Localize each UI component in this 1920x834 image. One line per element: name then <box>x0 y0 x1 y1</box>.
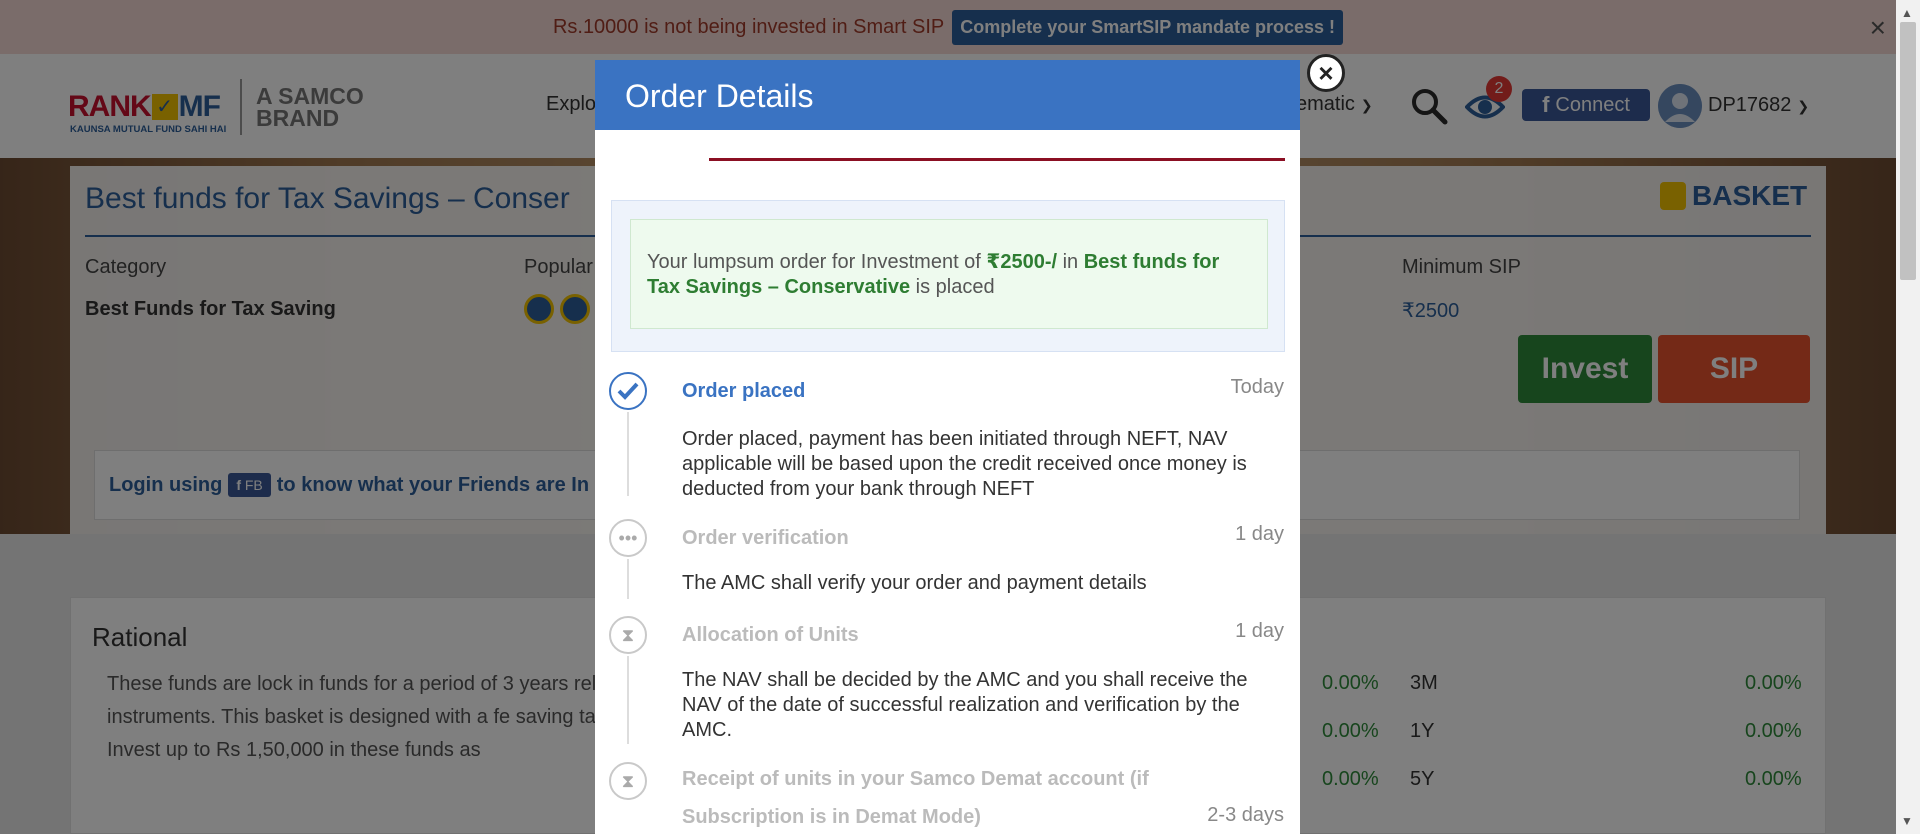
step-connector <box>627 412 629 496</box>
step-connector <box>627 656 629 744</box>
step-title: Allocation of Units <box>682 624 859 646</box>
message-part: Your lumpsum order for Investment of <box>647 251 987 273</box>
step-time: Today <box>1230 376 1284 398</box>
progress-line <box>709 158 1285 161</box>
step-description: The AMC shall verify your order and paym… <box>682 572 1147 594</box>
message-part: is placed <box>910 276 995 298</box>
step-title: Receipt of units in your Samco Demat acc… <box>682 768 1149 828</box>
scroll-up-icon[interactable]: ▲ <box>1901 6 1913 20</box>
message-part: in <box>1057 251 1084 273</box>
step-time: 2-3 days <box>1207 804 1284 826</box>
step-time: 1 day <box>1235 620 1284 642</box>
dots-icon: ••• <box>609 519 647 557</box>
hourglass-icon: ⧗ <box>609 762 647 800</box>
step-title: Order verification <box>682 527 849 549</box>
step-connector <box>627 559 629 599</box>
step-time: 1 day <box>1235 523 1284 545</box>
step-title: Order placed <box>682 380 806 402</box>
scroll-down-icon[interactable]: ▼ <box>1901 814 1913 828</box>
modal-close-icon[interactable]: × <box>1307 54 1345 92</box>
check-icon <box>609 372 647 410</box>
scrollbar-thumb[interactable] <box>1900 22 1916 280</box>
order-details-modal: Order Details Your lumpsum order for Inv… <box>595 60 1300 834</box>
step-description: The NAV shall be decided by the AMC and … <box>682 669 1248 741</box>
modal-title: Order Details <box>595 60 1300 130</box>
order-confirmation-message: Your lumpsum order for Investment of ₹25… <box>630 219 1268 329</box>
hourglass-icon: ⧗ <box>609 616 647 654</box>
step-description: Order placed, payment has been initiated… <box>682 428 1247 500</box>
order-amount: ₹2500-/ <box>986 251 1058 273</box>
page-scrollbar[interactable]: ▲ ▼ <box>1896 0 1920 834</box>
order-message-box: Your lumpsum order for Investment of ₹25… <box>611 200 1285 352</box>
